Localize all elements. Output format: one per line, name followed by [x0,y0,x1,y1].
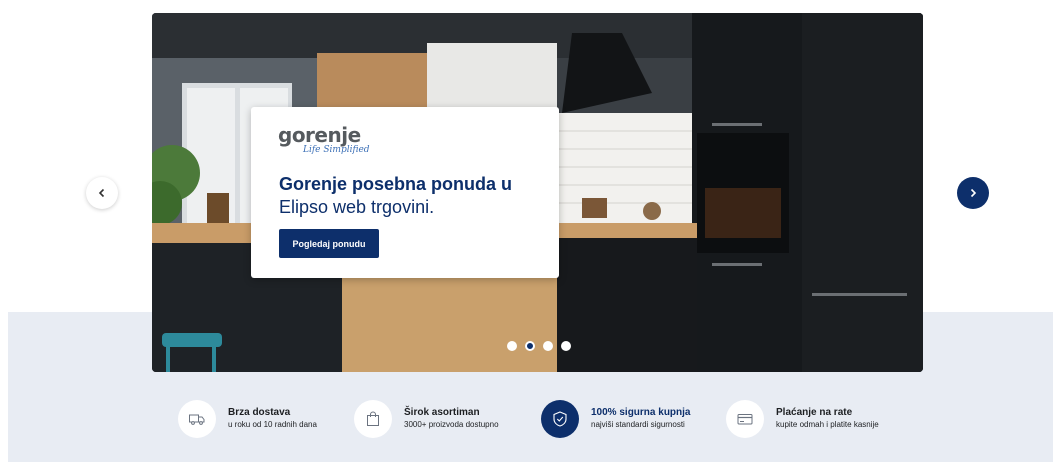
brand-logo: gorenje [278,123,361,147]
truck-icon [178,400,216,438]
feature-title: 100% sigurna kupnja [591,407,691,418]
feature-installments: Plaćanje na rate kupite odmah i platite … [726,400,879,438]
carousel-dot-1[interactable] [507,341,517,351]
view-offer-button[interactable]: Pogledaj ponudu [279,229,379,258]
feature-subtitle: u roku od 10 radnih dana [228,420,317,429]
chevron-right-icon [970,188,977,198]
page: gorenje Life Simplified Gorenje posebna … [0,0,1053,462]
brand-tagline: Life Simplified [303,145,370,155]
credit-card-icon [726,400,764,438]
feature-wide-assortment: Širok asortiman 3000+ proizvoda dostupno [354,400,499,438]
carousel-next-button[interactable] [957,177,989,209]
chevron-left-icon [98,188,105,198]
feature-subtitle: najviši standardi sigurnosti [591,420,685,429]
promo-card: gorenje Life Simplified Gorenje posebna … [251,107,559,278]
promo-headline-bold: Gorenje posebna ponuda u [279,174,513,194]
carousel-prev-button[interactable] [86,177,118,209]
feature-subtitle: 3000+ proizvoda dostupno [404,420,499,429]
promo-headline-light: Elipso web trgovini. [279,197,435,217]
carousel-dot-2[interactable] [525,341,535,351]
feature-fast-delivery: Brza dostava u roku od 10 radnih dana [178,400,317,438]
carousel-dot-3[interactable] [543,341,553,351]
carousel-dot-4[interactable] [561,341,571,351]
feature-title: Brza dostava [228,407,291,418]
feature-secure-purchase: 100% sigurna kupnja najviši standardi si… [541,400,690,438]
carousel-dots [507,341,571,351]
feature-title: Plaćanje na rate [776,407,853,418]
feature-subtitle: kupite odmah i platite kasnije [776,420,879,429]
shield-icon [541,400,579,438]
feature-title: Širok asortiman [404,407,480,418]
shopping-bag-icon [354,400,392,438]
